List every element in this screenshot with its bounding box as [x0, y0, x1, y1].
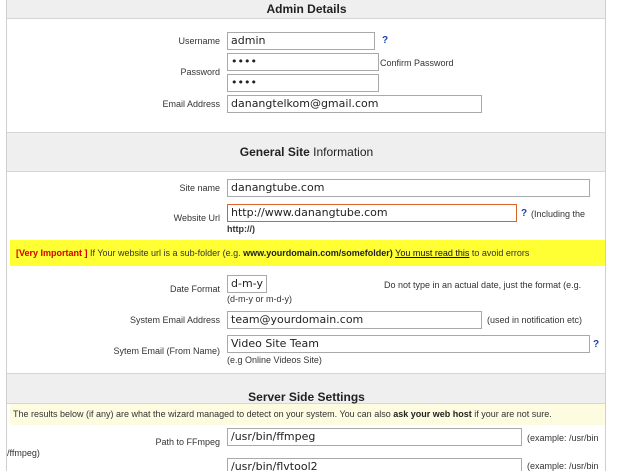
password-input[interactable]: •••• [227, 53, 379, 71]
from-name-label: Sytem Email (From Name) [113, 346, 220, 356]
system-email-input[interactable]: team@yourdomain.com [227, 311, 482, 329]
username-input[interactable]: admin [227, 32, 375, 50]
ffmpeg-path-label: Path to FFmpeg [155, 437, 220, 447]
flvtool-path-input[interactable]: /usr/bin/flvtool2 [227, 458, 522, 471]
must-read-link[interactable]: You must read this [395, 248, 469, 258]
password-label: Password [180, 67, 220, 77]
ffmpeg-path-note-2: /ffmpeg) [7, 448, 40, 458]
server-section-title: Server Side Settings [7, 373, 605, 404]
general-section-title: General Site Information [7, 132, 605, 172]
date-format-input[interactable]: d-m-y [227, 275, 267, 293]
admin-section-title: Admin Details [7, 0, 605, 19]
website-url-label: Website Url [173, 213, 220, 223]
website-url-help-icon[interactable]: ? [521, 208, 527, 219]
username-label: Username [178, 36, 220, 46]
server-detect-info: The results below (if any) are what the … [10, 404, 605, 425]
flvtool-path-note: (example: /usr/bin [527, 461, 599, 471]
from-name-note: (e.g Online Videos Site) [227, 355, 322, 365]
date-format-note: Do not type in an actual date, just the … [384, 280, 582, 290]
confirm-password-label: Confirm Password [380, 58, 454, 68]
email-input[interactable]: danangtelkom@gmail.com [227, 95, 482, 113]
system-email-label: System Email Address [129, 315, 220, 325]
website-url-note-2: http://) [227, 224, 255, 234]
ffmpeg-path-note: (example: /usr/bin [527, 433, 599, 443]
date-format-label: Date Format [169, 284, 220, 294]
ffmpeg-path-input[interactable]: /usr/bin/ffmpeg [227, 428, 522, 446]
website-url-input[interactable]: http://www.danangtube.com [227, 204, 517, 222]
from-name-input[interactable]: Video Site Team [227, 335, 590, 353]
username-help-icon[interactable]: ? [382, 35, 388, 46]
confirm-password-input[interactable]: •••• [227, 74, 379, 92]
date-format-note-2: (d-m-y or m-d-y) [227, 294, 292, 304]
installer-frame: Admin Details Username admin ? Password … [6, 0, 606, 471]
system-email-note: (used in notification etc) [487, 315, 583, 325]
site-name-input[interactable]: danangtube.com [227, 179, 590, 197]
warning-important-label: [Very Important ] [16, 248, 88, 258]
site-name-label: Site name [179, 183, 220, 193]
website-url-note: (Including the [531, 209, 586, 219]
from-name-help-icon[interactable]: ? [593, 339, 599, 350]
important-warning-banner: [Very Important ] If Your website url is… [10, 240, 605, 266]
email-label: Email Address [162, 99, 220, 109]
